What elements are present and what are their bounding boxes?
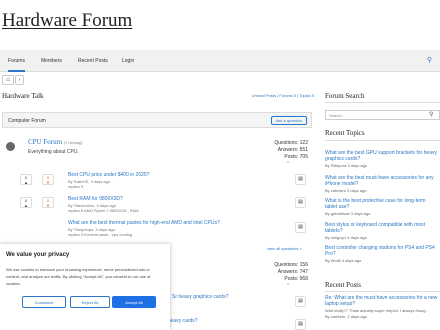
posts-count: Posts: 705: [284, 154, 308, 160]
recent-topic-item[interactable]: What are the best must-have accessories …: [325, 175, 438, 193]
ask-question-button[interactable]: Ask a question: [270, 116, 307, 125]
topic-row[interactable]: Best CPU price under $400 in 2025? By Sw…: [68, 172, 308, 189]
topic-replies: replies 9: [68, 184, 84, 189]
chevron-up-icon[interactable]: ⌃: [286, 161, 290, 167]
nav-forums[interactable]: Forums: [8, 58, 25, 72]
nav-recent-posts[interactable]: Recent Posts: [78, 58, 108, 64]
forum-toolbar[interactable]: Unread Posts | Forums 5 | Topics 5: [252, 93, 314, 98]
topic-row[interactable]: Sr heavy graphics cards?: [172, 294, 292, 300]
forum-description: Everything about CPU.: [28, 149, 79, 155]
recent-topic-item[interactable]: Best stylus or keyboard compatible with …: [325, 222, 438, 240]
recent-post-item[interactable]: Re: What are the must-have accessories f…: [325, 295, 438, 319]
topic-title[interactable]: Best RAM for 9800X3D?: [68, 196, 308, 202]
recent-topic-item[interactable]: What is the best protective case for lon…: [325, 198, 438, 216]
cookie-title: We value your privacy: [6, 252, 70, 258]
upvote-count[interactable]: 0 ▲: [20, 197, 32, 208]
reject-all-button[interactable]: Reject All: [70, 296, 110, 308]
divider: [325, 102, 440, 103]
posts-count: Posts: 968: [284, 276, 308, 282]
cookie-text: We use cookies to enhance your browsing …: [6, 267, 151, 286]
search-icon[interactable]: ⚲: [427, 56, 432, 64]
topic-row[interactable]: Best RAM for 9800X3D? By TitaniumIvo, 4 …: [68, 196, 308, 213]
main-nav: Forums Members Recent Posts Login ⚲: [0, 50, 440, 72]
forum-search-input[interactable]: Search...: [325, 110, 440, 120]
recent-posts-heading: Recent Posts: [325, 281, 361, 289]
recent-topic-item[interactable]: Best controller charging stations for PS…: [325, 245, 438, 263]
topic-title[interactable]: Best CPU price under $400 in 2025?: [68, 172, 308, 178]
document-icon[interactable]: ▤: [295, 197, 306, 208]
topic-replies: replies 3 thermal paste , cpu cooling: [68, 232, 133, 237]
document-icon[interactable]: ▤: [295, 222, 306, 233]
chat-bubble-icon: [6, 142, 15, 151]
section-title: Hardware Talk: [2, 92, 44, 100]
document-icon[interactable]: ▤: [295, 296, 306, 307]
topic-title[interactable]: Sr heavy graphics cards?: [172, 294, 292, 300]
forum-title[interactable]: CPU Forum (1 viewing): [28, 138, 82, 146]
site-title[interactable]: Hardware Forum: [2, 10, 132, 32]
document-icon[interactable]: ▤: [295, 319, 306, 330]
topic-title[interactable]: What are the best thermal pastes for hig…: [68, 220, 308, 226]
questions-count: Questions: 122: [274, 140, 308, 146]
recent-topic-item[interactable]: What are the best GPU support brackets f…: [325, 150, 438, 168]
customize-button[interactable]: Customize: [22, 296, 66, 308]
search-icon[interactable]: ⚲: [429, 111, 433, 118]
divider: [325, 291, 440, 292]
accept-all-button[interactable]: Accept All: [112, 296, 156, 308]
forum-header: Computer Forum Ask a question: [2, 112, 312, 128]
questions-count: Questions: 156: [274, 262, 308, 268]
cookie-consent-dialog: We value your privacy We use cookies to …: [0, 244, 170, 330]
recent-topics-heading: Recent Topics: [325, 129, 365, 137]
answers-count: Answers: 747: [277, 269, 308, 275]
answers-count: Answers: 551: [277, 147, 308, 153]
downvote-count[interactable]: 0 ▼: [42, 197, 54, 208]
chevron-up-icon[interactable]: ⌃: [286, 283, 290, 289]
chevron-right-icon[interactable]: ›: [15, 75, 24, 85]
divider: [325, 140, 440, 141]
upvote-count[interactable]: 0 ▲: [20, 174, 32, 185]
search-heading: Forum Search: [325, 92, 365, 100]
document-icon[interactable]: ▤: [295, 174, 306, 185]
view-all-link[interactable]: view all questions >: [267, 246, 302, 251]
forum-header-title: Computer Forum: [8, 118, 46, 124]
nav-login[interactable]: Login: [122, 58, 134, 64]
topic-replies: replies 6 AMD Ryzen 7 9800X3D , RAM: [68, 208, 139, 213]
home-icon[interactable]: ⌂: [2, 75, 14, 85]
downvote-count[interactable]: 5 ▼: [42, 174, 54, 185]
topic-row[interactable]: What are the best thermal pastes for hig…: [68, 220, 308, 237]
nav-members[interactable]: Members: [41, 58, 62, 64]
